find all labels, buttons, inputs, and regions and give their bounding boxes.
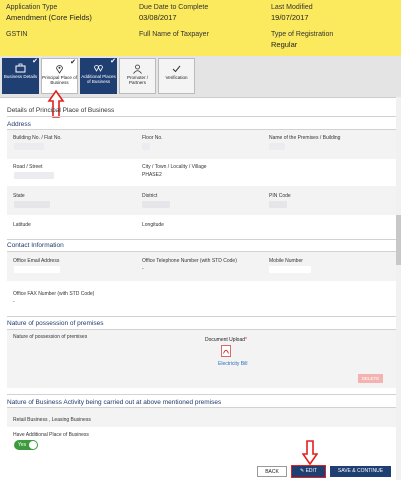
contact-row-bg <box>7 252 396 281</box>
fax-value: - <box>13 299 15 305</box>
tab-label: Additional Places of Business <box>81 74 116 84</box>
road-label: Road / Street <box>13 164 43 170</box>
phone-value: - <box>142 266 144 272</box>
contact-heading: Contact Information <box>7 242 64 249</box>
pin-value-redacted <box>269 201 287 208</box>
toggle-knob <box>29 441 37 449</box>
completed-check-icon: ✔ <box>32 58 38 65</box>
activity-heading: Nature of Business Activity being carrie… <box>7 399 222 406</box>
state-label: State <box>13 193 25 199</box>
email-label: Office Email Address <box>13 258 60 264</box>
save-continue-button[interactable]: SAVE & CONTINUE <box>330 466 391 477</box>
activity-value: Retail Business , Leasing Business <box>13 417 91 423</box>
last-modified-field: Last Modified 19/07/2017 <box>271 4 313 22</box>
building-label: Building No. / Flat No. <box>13 135 62 141</box>
tab-business-details[interactable]: ✔ Business Details <box>2 58 39 94</box>
checkmark-icon <box>172 65 181 73</box>
back-button[interactable]: BACK <box>257 466 287 477</box>
taxpayer-label: Full Name of Taxpayer <box>139 31 209 38</box>
city-label: City / Town / Locality / Village <box>142 164 207 170</box>
tab-label: Principal Place of Business <box>42 75 77 85</box>
tab-additional-places[interactable]: ✔ Additional Places of Business <box>80 58 117 94</box>
app-type-value: Amendment (Core Fields) <box>6 13 92 22</box>
address-row-bg <box>7 186 396 215</box>
road-value-redacted <box>14 172 54 179</box>
possession-heading: Nature of possession of premises <box>7 320 104 327</box>
possession-field-label: Nature of possession of premises <box>13 334 88 340</box>
annotation-up-arrow-icon <box>47 89 65 118</box>
scrollbar-thumb[interactable] <box>396 215 401 265</box>
due-date-field: Due Date to Complete 03/08/2017 <box>139 4 208 22</box>
district-value-redacted <box>142 201 170 208</box>
tab-label: Promoter / Partners <box>126 75 148 85</box>
tab-verification[interactable]: Verification <box>158 58 195 94</box>
building-value-redacted <box>14 143 44 150</box>
state-value-redacted <box>14 201 50 208</box>
last-modified-value: 19/07/2017 <box>271 13 309 22</box>
delete-document-button[interactable]: DELETE <box>358 374 383 383</box>
registration-type-label: Type of Registration <box>271 31 334 38</box>
person-icon <box>133 64 142 74</box>
taxpayer-field: Full Name of Taxpayer <box>139 31 209 38</box>
additional-place-toggle[interactable]: Yes <box>14 440 38 450</box>
premises-value-redacted <box>269 143 285 150</box>
completed-check-icon: ✔ <box>70 59 76 66</box>
city-value: PHASE2 <box>142 172 162 178</box>
locations-icon <box>94 65 103 72</box>
due-date-label: Due Date to Complete <box>139 4 209 11</box>
application-header: Application Type Amendment (Core Fields)… <box>0 0 401 56</box>
mobile-label: Mobile Number <box>269 258 303 264</box>
pin-label: PIN Code <box>269 193 291 199</box>
pdf-file-icon[interactable] <box>221 345 231 357</box>
annotation-down-arrow-icon <box>302 440 318 466</box>
floor-label: Floor No. <box>142 135 163 141</box>
premises-label: Name of the Premises / Building <box>269 135 341 141</box>
location-pin-icon <box>56 65 63 74</box>
phone-label: Office Telephone Number (with STD Code) <box>142 258 237 264</box>
due-date-value: 03/08/2017 <box>139 13 177 22</box>
app-type-field: Application Type Amendment (Core Fields) <box>6 4 92 22</box>
divider <box>7 116 396 117</box>
registration-type-value: Regular <box>271 40 298 49</box>
tab-label: Verification <box>165 75 188 80</box>
app-type-label: Application Type <box>6 4 58 11</box>
edit-button[interactable]: ✎ EDIT <box>291 465 326 478</box>
tab-promoter-partners[interactable]: Promoter / Partners <box>119 58 156 94</box>
divider <box>7 239 396 240</box>
tab-label: Business Details <box>3 74 38 79</box>
mobile-value-redacted <box>269 266 311 273</box>
divider <box>7 316 396 317</box>
divider <box>7 394 396 395</box>
completed-check-icon: ✔ <box>110 58 116 65</box>
fax-label: Office FAX Number (with STD Code) <box>13 291 95 297</box>
page-title: Details of Principal Place of Business <box>7 107 115 114</box>
last-modified-label: Last Modified <box>271 4 313 11</box>
document-upload-label: Document Upload* <box>205 337 247 343</box>
email-value-redacted <box>14 266 60 273</box>
toggle-label: Yes <box>18 442 27 448</box>
scrollbar-track[interactable] <box>396 97 401 480</box>
floor-value-redacted <box>142 143 150 150</box>
additional-place-label: Have Additional Place of Business <box>13 432 89 438</box>
electricity-bill-link[interactable]: Electricity Bill <box>218 361 247 367</box>
briefcase-icon <box>15 63 26 73</box>
gstin-label: GSTIN <box>6 31 28 38</box>
district-label: District <box>142 193 158 199</box>
registration-type-field: Type of Registration Regular <box>271 31 333 49</box>
latitude-label: Latitude <box>13 222 31 228</box>
gstin-field: GSTIN <box>6 31 27 38</box>
longitude-label: Longitude <box>142 222 164 228</box>
address-heading: Address <box>7 121 31 128</box>
